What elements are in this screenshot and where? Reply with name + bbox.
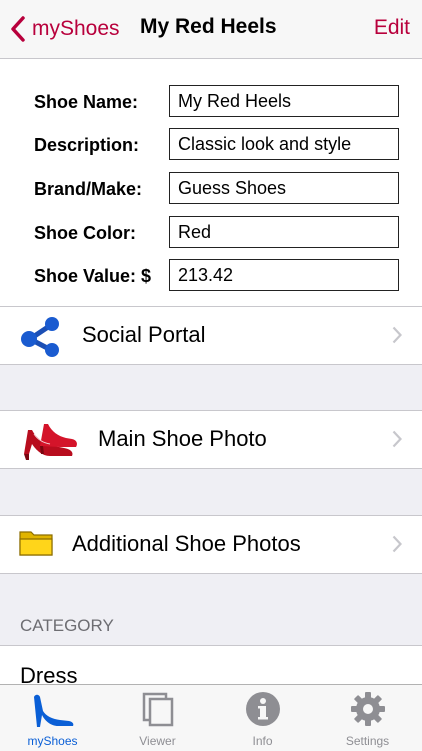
info-icon [245, 692, 280, 726]
folder-icon [19, 531, 53, 556]
shoe-name-field[interactable] [169, 85, 399, 117]
main-shoe-photo-cell[interactable]: Main Shoe Photo [0, 410, 422, 469]
social-portal-cell[interactable]: Social Portal [0, 306, 422, 365]
share-icon [21, 317, 59, 357]
category-section-header: CATEGORY [20, 616, 114, 635]
shoe-value-field[interactable] [169, 259, 399, 291]
main-shoe-photo-label: Main Shoe Photo [98, 426, 267, 451]
brand-field[interactable] [169, 172, 399, 204]
shoe-details-form: Shoe Name: Description: Brand/Make: Shoe… [0, 59, 422, 307]
tab-viewer[interactable]: Viewer [105, 685, 210, 751]
shoe-color-row: Shoe Color: [0, 216, 422, 250]
tab-info[interactable]: Info [210, 685, 315, 751]
gear-icon [350, 692, 385, 726]
brand-label: Brand/Make: [34, 179, 143, 199]
shoe-name-row: Shoe Name: [0, 85, 422, 119]
high-heel-icon [33, 694, 73, 727]
chevron-right-icon [392, 326, 402, 344]
additional-shoe-photos-cell[interactable]: Additional Shoe Photos [0, 515, 422, 574]
social-portal-label: Social Portal [82, 322, 206, 347]
description-field[interactable] [169, 128, 399, 160]
description-label: Description: [34, 135, 140, 155]
red-heels-icon [24, 424, 77, 460]
page-title: My Red Heels [140, 15, 277, 38]
brand-row: Brand/Make: [0, 172, 422, 206]
tab-settings-label: Settings [345, 734, 390, 748]
tab-myshoes-label: myShoes [27, 734, 78, 748]
back-button-label: myShoes [32, 17, 120, 40]
tab-myshoes[interactable]: myShoes [0, 685, 105, 751]
tab-viewer-label: Viewer [139, 734, 176, 748]
shoe-value-label: Shoe Value: $ [34, 266, 152, 286]
tab-settings[interactable]: Settings [315, 685, 420, 751]
description-row: Description: [0, 128, 422, 162]
shoe-color-label: Shoe Color: [34, 223, 136, 243]
shoe-name-label: Shoe Name: [34, 92, 139, 112]
tab-bar: myShoes Viewer Info Settings [0, 684, 422, 751]
tab-info-label: Info [252, 734, 273, 748]
stacked-pages-icon [142, 692, 173, 727]
edit-button[interactable]: Edit [374, 16, 410, 40]
additional-shoe-photos-label: Additional Shoe Photos [72, 531, 301, 556]
back-button[interactable]: myShoes [10, 14, 120, 44]
navigation-bar: myShoes My Red Heels Edit [0, 0, 422, 59]
shoe-color-field[interactable] [169, 216, 399, 248]
chevron-right-icon [392, 430, 402, 448]
shoe-value-row: Shoe Value: $ [0, 259, 422, 293]
chevron-right-icon [392, 535, 402, 553]
chevron-left-icon [11, 16, 25, 42]
